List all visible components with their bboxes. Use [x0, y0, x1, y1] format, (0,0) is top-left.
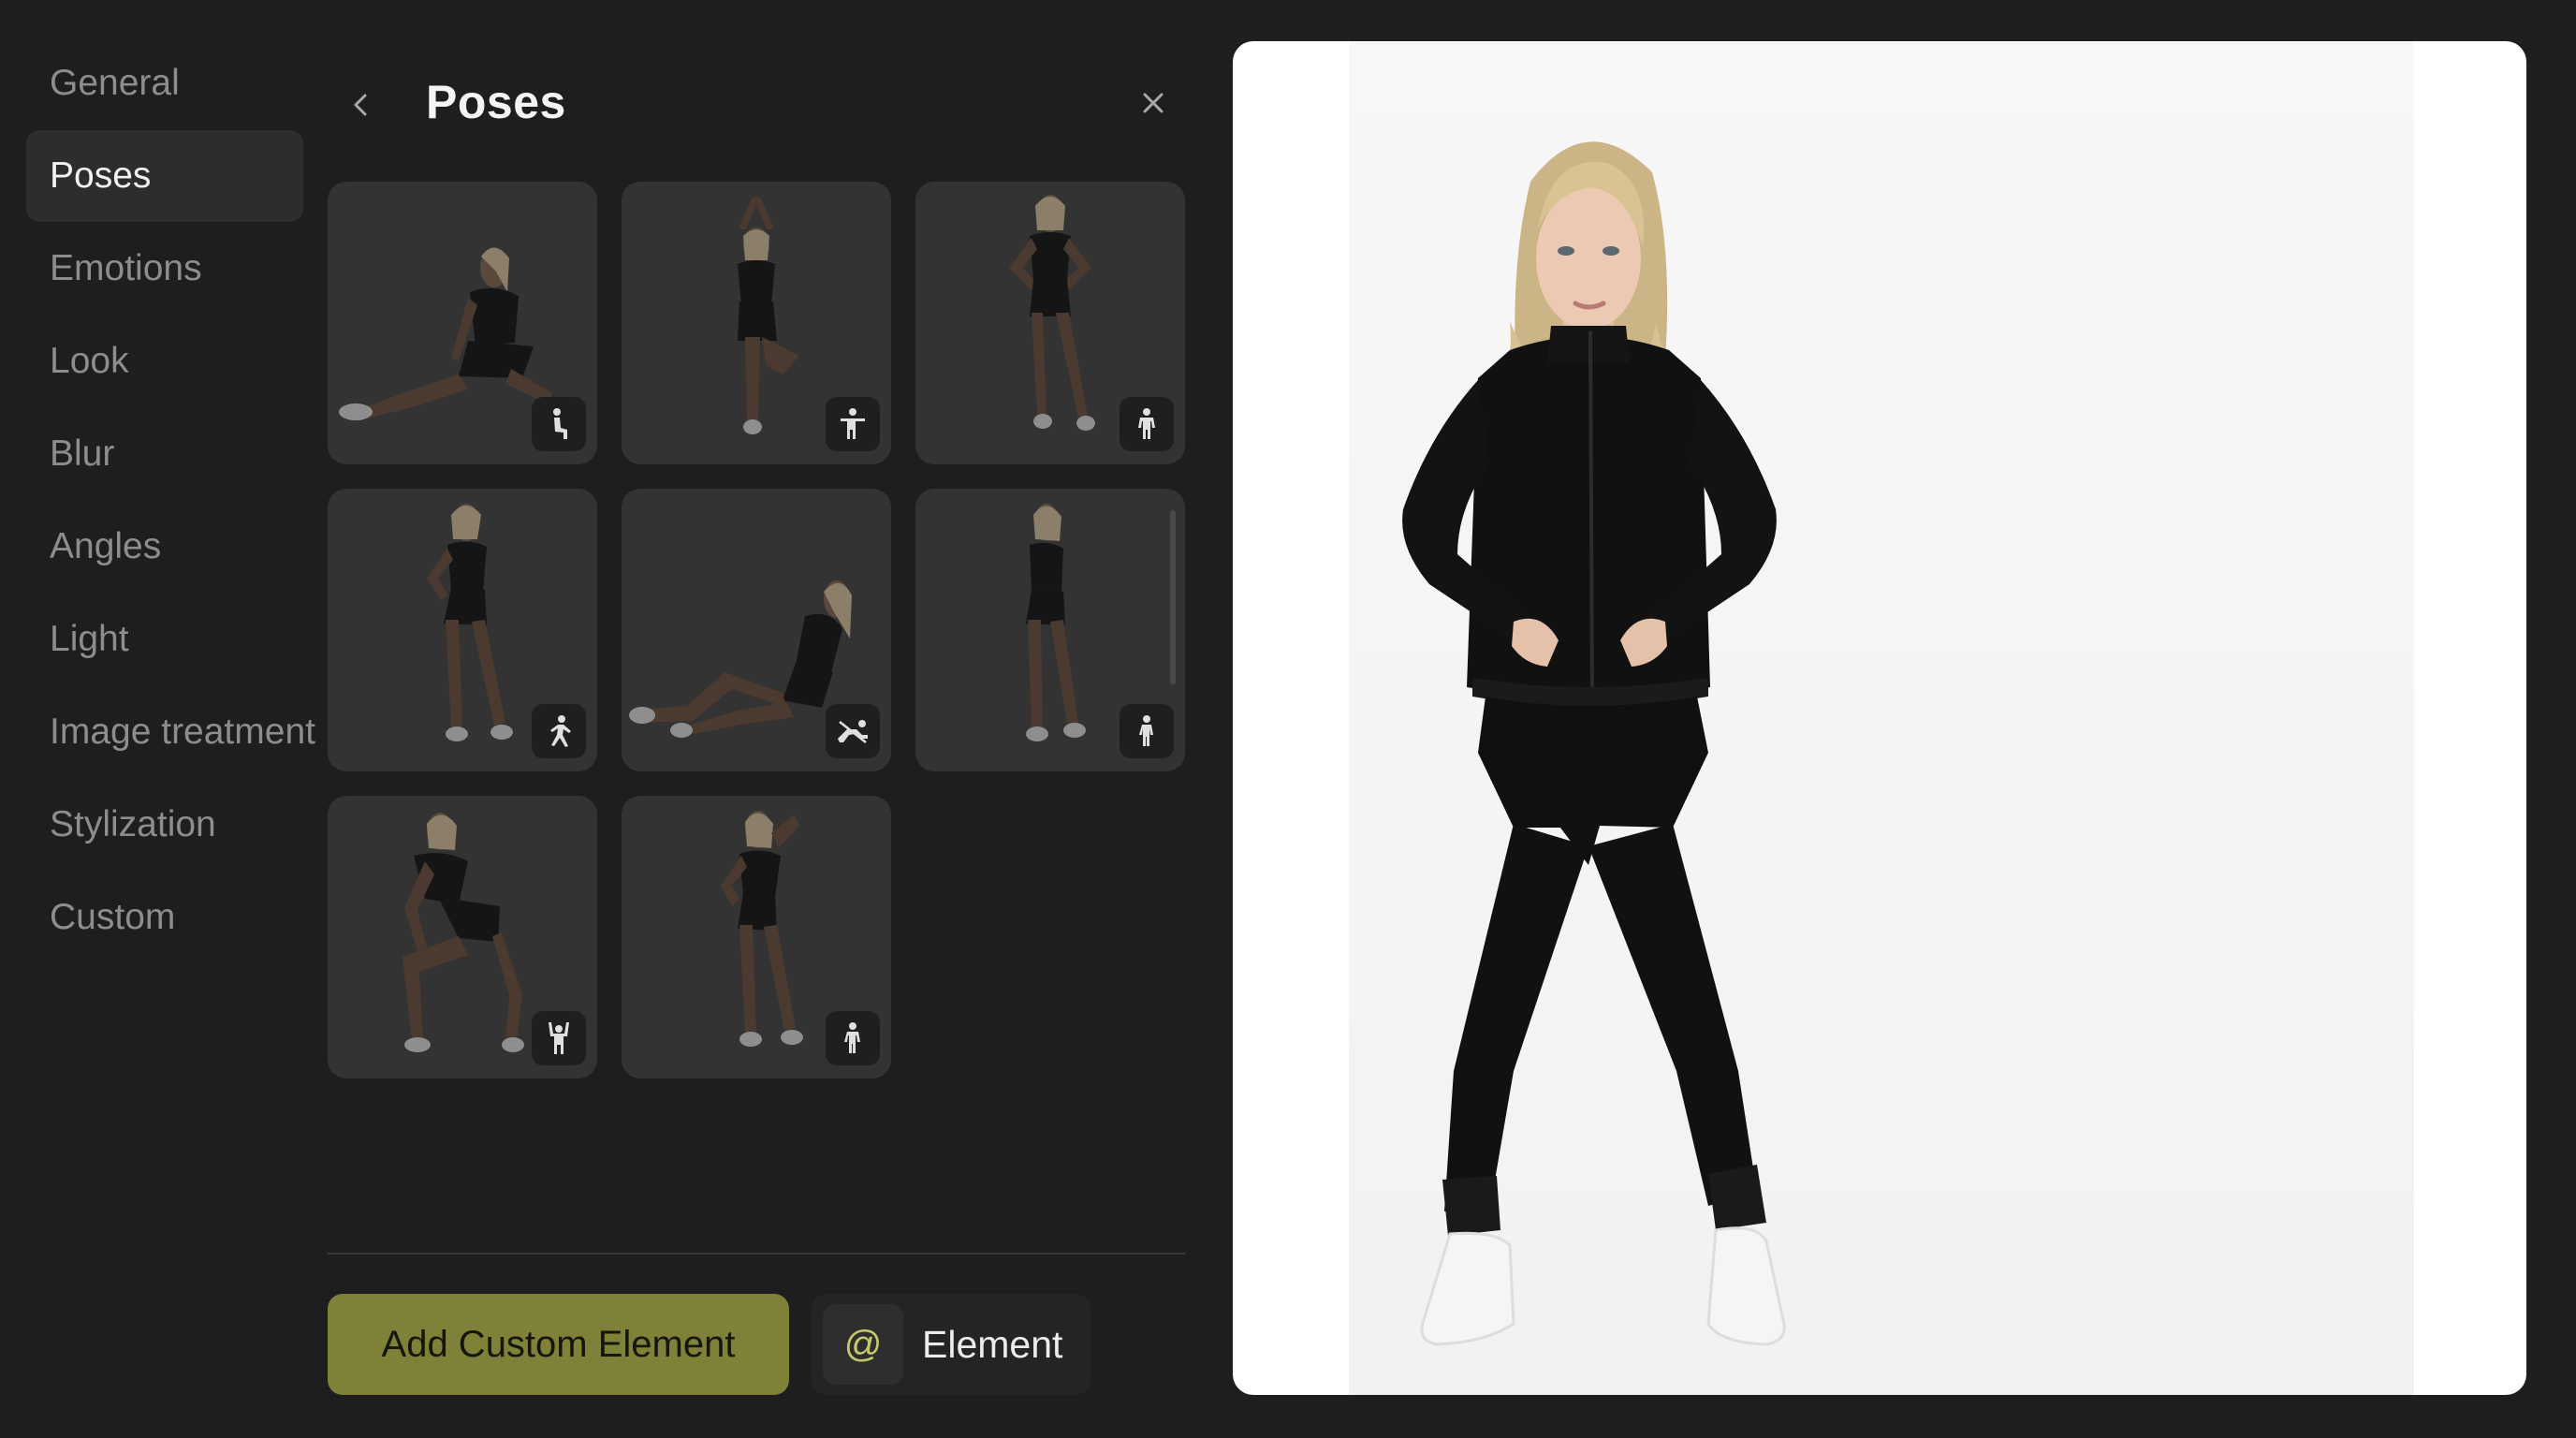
back-button[interactable]: [341, 84, 382, 125]
standing-figure-icon: [844, 1022, 860, 1053]
sidebar-item-angles[interactable]: Angles: [26, 501, 303, 593]
sidebar-item-label: Image treatment: [50, 712, 315, 752]
pose-tile-side-step[interactable]: [328, 489, 597, 771]
pose-type-badge: [1120, 704, 1174, 758]
pose-tile-hand-on-head[interactable]: [622, 796, 891, 1078]
pose-type-badge: [826, 397, 880, 451]
arms-up-figure-icon: [549, 1022, 569, 1054]
preview-image: [1233, 41, 2526, 1395]
pose-type-badge: [826, 704, 880, 758]
add-custom-element-button[interactable]: Add Custom Element: [328, 1294, 789, 1395]
sidebar-item-label: Look: [50, 341, 129, 381]
sidebar-item-label: Stylization: [50, 804, 216, 844]
sidebar-item-emotions[interactable]: Emotions: [26, 223, 303, 315]
sidebar-item-label: Blur: [50, 433, 115, 474]
model-photo: [1402, 141, 1786, 1346]
sidebar-item-blur[interactable]: Blur: [26, 408, 303, 500]
pose-tile-seated-floor[interactable]: [328, 182, 597, 464]
add-custom-element-label: Add Custom Element: [381, 1323, 736, 1365]
pose-grid: [328, 182, 1185, 1078]
sidebar-item-image-treatment[interactable]: Image treatment: [26, 686, 315, 778]
pose-tile-hands-on-hips[interactable]: [915, 182, 1185, 464]
close-icon: [1143, 93, 1164, 113]
chevron-left-icon: [354, 94, 367, 116]
pose-type-badge: [532, 397, 586, 451]
arms-out-figure-icon: [841, 408, 865, 439]
pose-tile-side-stance[interactable]: [915, 489, 1185, 771]
sidebar-item-custom[interactable]: Custom: [26, 872, 303, 963]
pose-type-badge: [1120, 397, 1174, 451]
pose-type-badge: [532, 704, 586, 758]
sitting-figure-icon: [553, 408, 567, 439]
standing-figure-icon: [1138, 408, 1155, 439]
at-sign-icon: @: [823, 1304, 903, 1385]
element-prefix: @: [843, 1323, 883, 1365]
standing-figure-icon: [1139, 715, 1153, 746]
settings-sidebar: General Poses Emotions Look Blur Angles …: [26, 37, 315, 964]
walking-figure-icon: [550, 715, 571, 747]
pose-grid-scrollbar[interactable]: [1170, 510, 1176, 684]
sidebar-item-label: Emotions: [50, 248, 202, 288]
sidebar-item-look[interactable]: Look: [26, 315, 303, 407]
sidebar-item-label: Angles: [50, 526, 162, 566]
sidebar-item-poses[interactable]: Poses: [26, 130, 303, 222]
pose-tile-tree-pose[interactable]: [622, 182, 891, 464]
pose-tile-crouch[interactable]: [328, 796, 597, 1078]
pose-type-badge: [826, 1011, 880, 1065]
pose-type-badge: [532, 1011, 586, 1065]
panel-divider: [328, 1253, 1185, 1255]
element-label: Element: [922, 1322, 1063, 1366]
panel-title: Poses: [426, 76, 566, 128]
sidebar-item-label: Custom: [50, 897, 176, 937]
sidebar-item-label: Light: [50, 619, 129, 659]
sidebar-item-light[interactable]: Light: [26, 594, 303, 685]
sidebar-item-general[interactable]: General: [26, 37, 303, 129]
sidebar-item-label: Poses: [50, 155, 152, 196]
sidebar-item-label: General: [50, 63, 180, 103]
poses-panel-header: Poses: [328, 66, 1189, 144]
element-button[interactable]: @ Element: [812, 1294, 1090, 1395]
reclining-figure-icon: [838, 720, 868, 743]
pose-tile-reclining[interactable]: [622, 489, 891, 771]
close-button[interactable]: [1133, 82, 1174, 124]
sidebar-item-stylization[interactable]: Stylization: [26, 779, 303, 871]
